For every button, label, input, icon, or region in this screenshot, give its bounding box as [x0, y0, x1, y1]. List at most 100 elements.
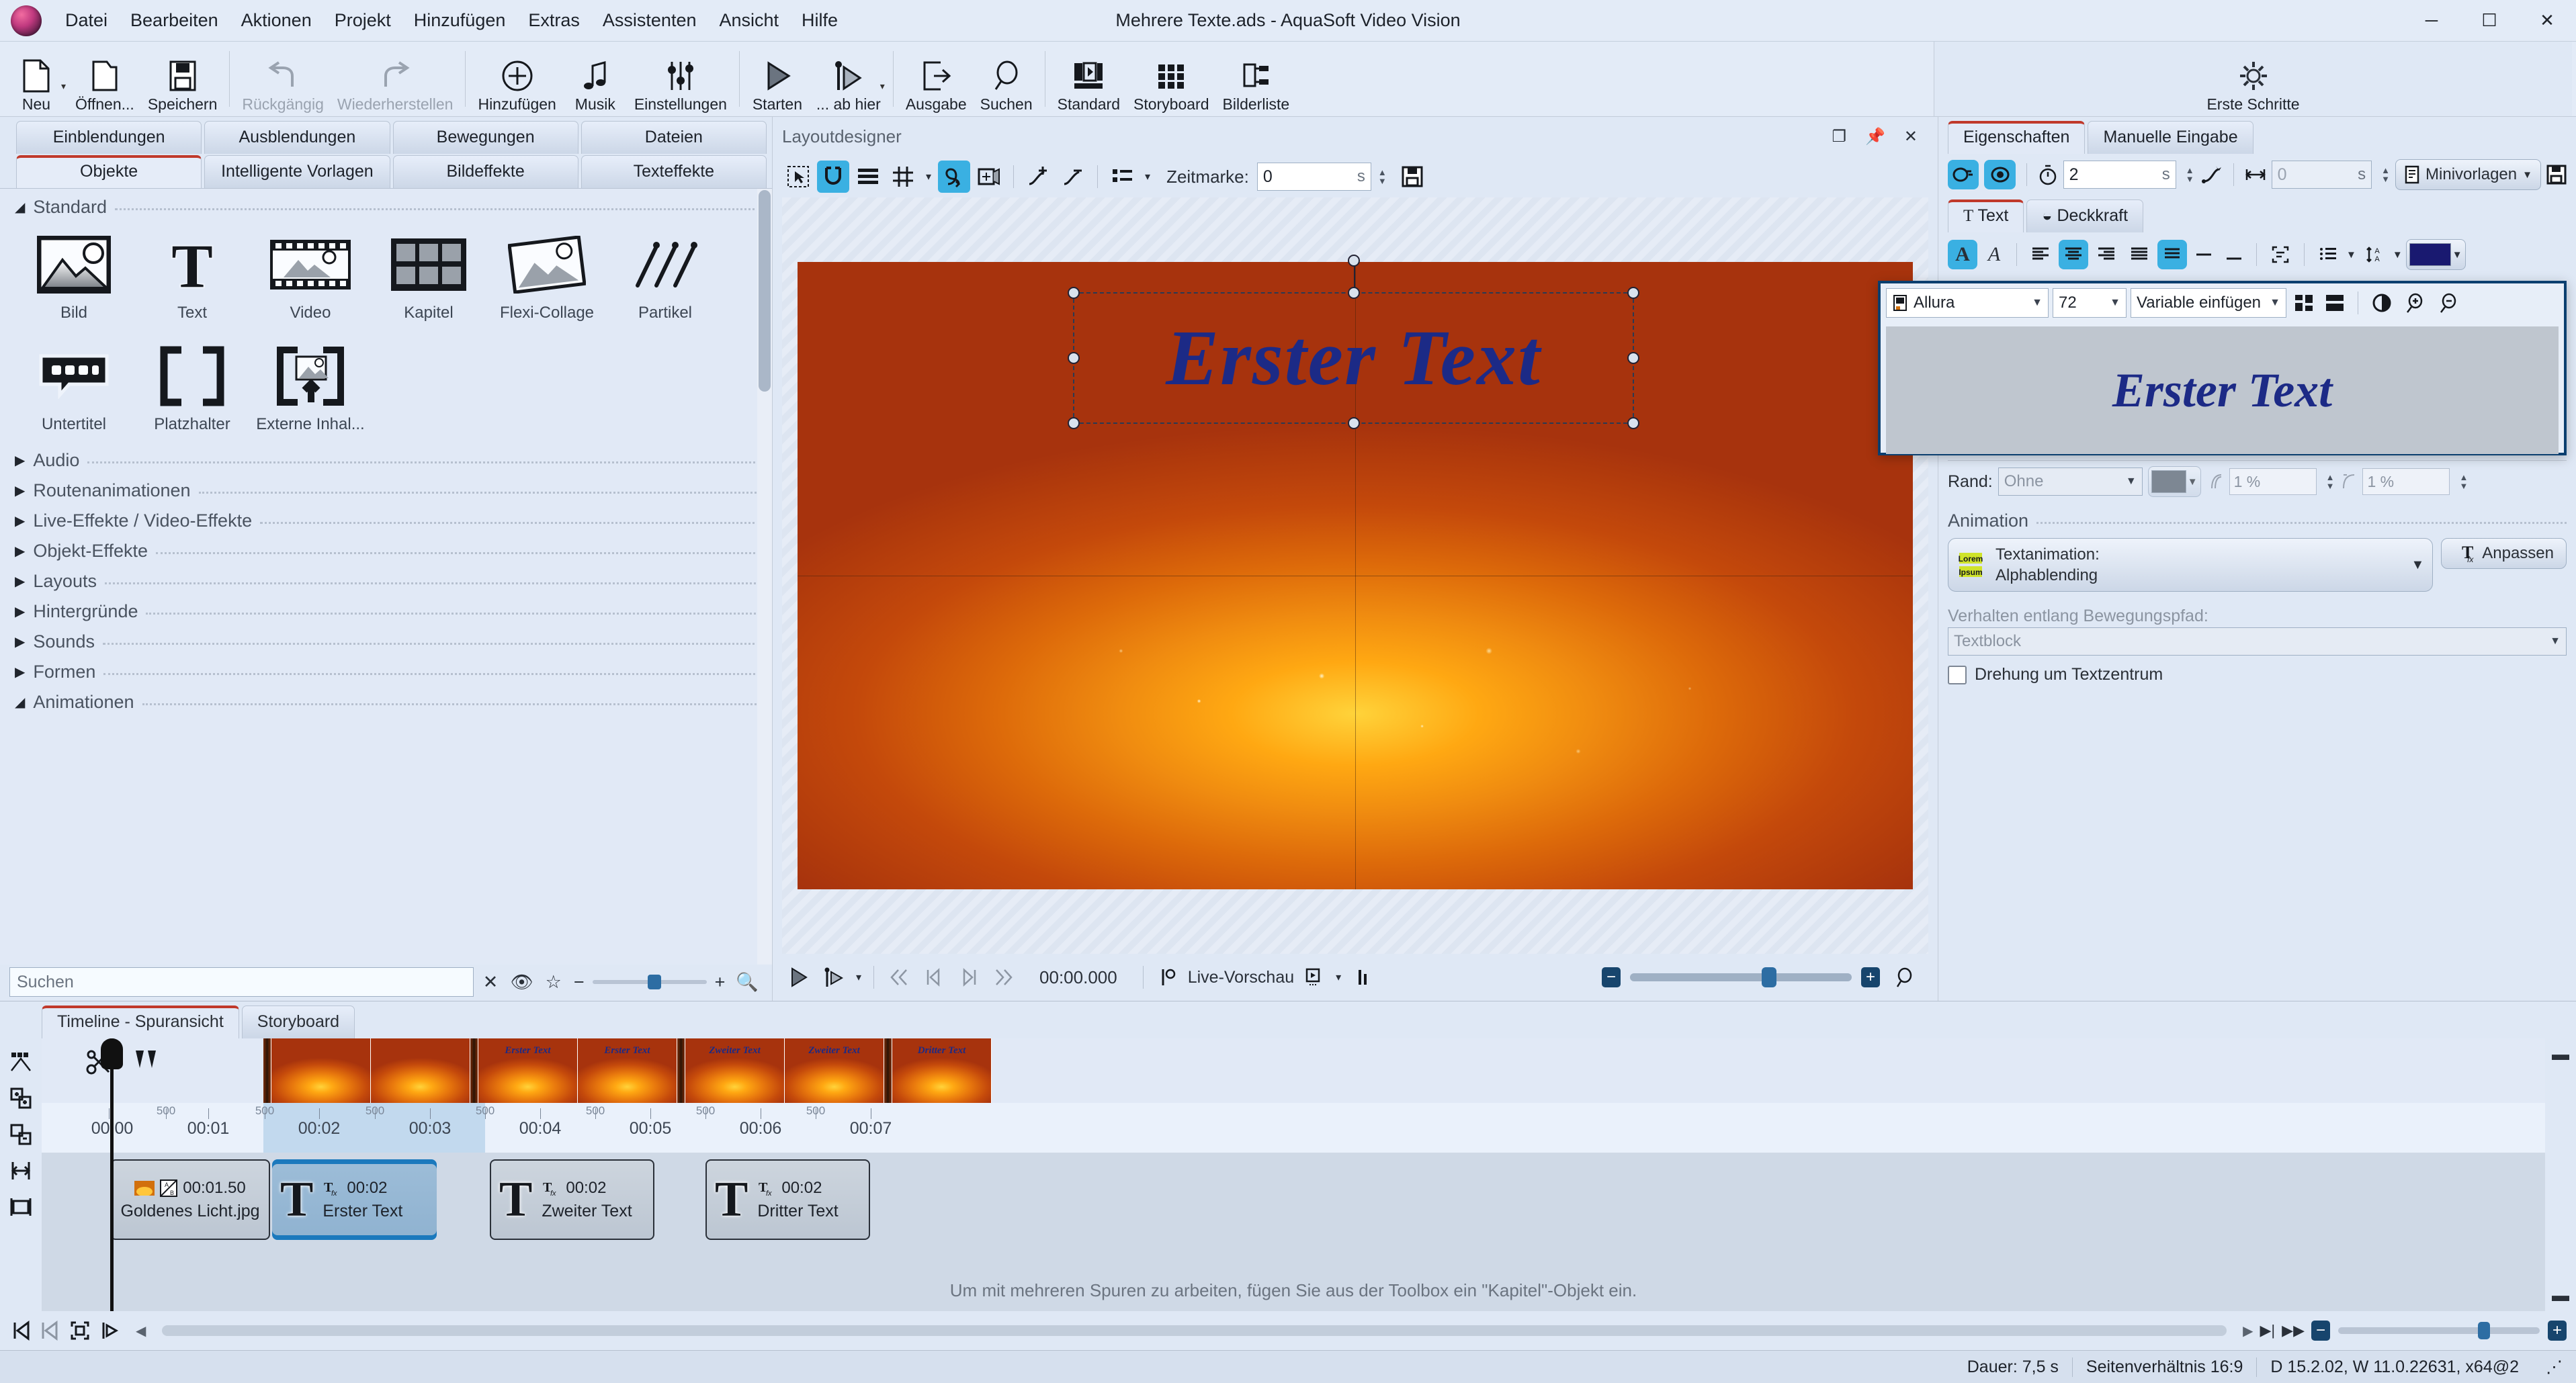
toolbox-item-video[interactable]: Video: [251, 226, 370, 326]
chevron-down-icon[interactable]: ▼: [2188, 476, 2198, 488]
zoom-out-button[interactable]: −: [1602, 967, 1621, 987]
tab-dateien[interactable]: Dateien: [581, 121, 767, 154]
chevron-down-icon[interactable]: ▼: [2550, 635, 2561, 648]
contrast-icon[interactable]: [2368, 293, 2396, 313]
scroll-right-arrow-icon[interactable]: ▶: [2243, 1323, 2253, 1339]
close-button[interactable]: ✕: [2518, 0, 2576, 41]
zoom-in-icon[interactable]: [2400, 292, 2430, 314]
chevron-down-icon[interactable]: ▼: [2522, 169, 2532, 181]
toolbox-item-partikel[interactable]: Partikel: [606, 226, 724, 326]
timemark-stepper[interactable]: ▲▼: [1378, 169, 1387, 185]
rand-color-picker[interactable]: ▼: [2148, 466, 2201, 497]
restore-icon[interactable]: ❐: [1832, 127, 1846, 146]
toolbox-group-routenanimationen[interactable]: ▶ Routenanimationen: [0, 472, 772, 502]
tab-objekte[interactable]: Objekte: [16, 155, 202, 188]
scroll-end-icon[interactable]: ▶|: [2260, 1322, 2276, 1339]
toolbar-button-suchen[interactable]: Suchen: [974, 42, 1039, 116]
chevron-down-icon[interactable]: ▾: [880, 81, 885, 92]
toolbar-button-ausgabe[interactable]: Ausgabe: [899, 42, 974, 116]
chevron-collapsed-icon[interactable]: ▶: [15, 452, 25, 469]
offset-stepper[interactable]: ▲▼: [2381, 167, 2390, 183]
font-family-select[interactable]: Allura ▼: [1886, 288, 2049, 318]
tab-timeline-spuransicht[interactable]: Timeline - Spuransicht: [42, 1006, 239, 1038]
drehung-checkbox[interactable]: [1948, 666, 1967, 684]
next-frame-icon[interactable]: [953, 962, 984, 993]
preview-stage[interactable]: Erster Text: [782, 197, 1928, 954]
rand-width2-input[interactable]: 1 %: [2362, 468, 2450, 495]
chevron-collapsed-icon[interactable]: ▶: [15, 633, 25, 650]
zoom-out-icon[interactable]: −: [571, 972, 587, 993]
scrollbar-thumb[interactable]: [759, 190, 771, 392]
list-options-icon[interactable]: [1106, 161, 1138, 193]
toolbar-button-speichern[interactable]: Speichern: [141, 42, 224, 116]
subtab-deckkraft[interactable]: ◒ Deckkraft: [2026, 199, 2143, 232]
camera-move-icon[interactable]: [973, 161, 1005, 193]
tab-storyboard[interactable]: Storyboard: [242, 1006, 355, 1038]
chevron-down-icon[interactable]: ▾: [1333, 971, 1344, 984]
remove-keyframe-icon[interactable]: [1057, 161, 1089, 193]
align-left-icon[interactable]: [2026, 240, 2055, 269]
tab-intelligente-vorlagen[interactable]: Intelligente Vorlagen: [204, 155, 390, 188]
anpassen-button[interactable]: Tfx Anpassen: [2441, 538, 2567, 569]
text-editor-overlay[interactable]: Allura ▼ 72 ▼ Variable einfügen ▼ Erster…: [1878, 281, 2567, 455]
timeline-zoom-track[interactable]: [2338, 1327, 2540, 1334]
rand-select[interactable]: Ohne ▼: [1998, 467, 2143, 496]
toolbar-button-erste-schritte[interactable]: Erste Schritte: [1934, 42, 2572, 116]
selected-text-object[interactable]: Erster Text: [1073, 292, 1634, 424]
live-preview-icon[interactable]: [1153, 962, 1184, 993]
toolbar-button-einstellungen[interactable]: Einstellungen: [628, 42, 734, 116]
timeline-zoom-slider[interactable]: − +: [2311, 1321, 2567, 1341]
clear-x-icon[interactable]: ✕: [480, 972, 501, 993]
line-spacing-icon[interactable]: AA: [2360, 240, 2389, 269]
toolbox-group-standard[interactable]: ◢ Standard: [0, 189, 772, 219]
duration-stepper[interactable]: ▲▼: [2186, 167, 2194, 183]
track-zoom-in-icon[interactable]: ▬: [2552, 1044, 2569, 1065]
timeline-clip-goldenes-licht[interactable]: AB 00:01.50 Goldenes Licht.jpg: [110, 1159, 270, 1240]
menu-item-hilfe[interactable]: Hilfe: [790, 6, 849, 35]
timeline-clip-erster-text[interactable]: T Tfx 00:02 Erster Text: [272, 1159, 437, 1240]
toolbar-button-oeffnen[interactable]: Öffnen...: [69, 42, 141, 116]
toolbox-item-text[interactable]: T Text: [133, 226, 251, 326]
toolbox-group-animationen[interactable]: ◢ Animationen: [0, 684, 772, 714]
chevron-down-icon[interactable]: ▼: [2110, 297, 2120, 309]
toolbox-scrollbar[interactable]: [757, 189, 772, 965]
resize-handle-tr[interactable]: [1627, 287, 1639, 299]
toolbox-zoom-slider[interactable]: − + 🔍: [571, 971, 761, 993]
chevron-collapsed-icon[interactable]: ▶: [15, 543, 25, 560]
motion-path-icon[interactable]: [938, 161, 970, 193]
font-size-select[interactable]: 72 ▼: [2053, 288, 2127, 318]
menu-bar[interactable]: Datei Bearbeiten Aktionen Projekt Hinzuf…: [54, 6, 849, 35]
toolbox-group-live-effekte[interactable]: ▶ Live-Effekte / Video-Effekte: [0, 502, 772, 533]
duration-input[interactable]: 2 s: [2063, 161, 2176, 189]
vertical-align-middle-icon[interactable]: [2190, 240, 2217, 269]
split-icon[interactable]: [132, 1046, 160, 1077]
keyframe-anim-icon[interactable]: [2200, 164, 2223, 185]
toolbar-button-standard[interactable]: Standard: [1051, 42, 1127, 116]
text-color-picker[interactable]: ▼: [2406, 239, 2466, 270]
toolbox-group-formen[interactable]: ▶ Formen: [0, 654, 772, 684]
chevron-down-icon[interactable]: ▼: [2270, 297, 2280, 309]
preview-zoom-slider[interactable]: − +: [1602, 962, 1927, 993]
pin-icon[interactable]: 📌: [1865, 127, 1885, 146]
magnifier-icon[interactable]: 🔍: [733, 971, 761, 993]
resize-handle-mr[interactable]: [1627, 352, 1639, 364]
tab-manuelle-eingabe[interactable]: Manuelle Eingabe: [2088, 121, 2253, 154]
toolbox-item-platzhalter[interactable]: Platzhalter: [133, 337, 251, 438]
chevron-down-icon[interactable]: ▾: [1141, 170, 1154, 183]
textbox-fit-icon[interactable]: [2266, 240, 2295, 269]
tracks-icon[interactable]: [4, 1045, 38, 1079]
toolbar-button-bilderliste[interactable]: Bilderliste: [1216, 42, 1297, 116]
bullet-list-icon[interactable]: [2313, 240, 2343, 269]
chevron-collapsed-icon[interactable]: ▶: [15, 482, 25, 499]
timeline-clip-zweiter-text[interactable]: T Tfx 00:02 Zweiter Text: [490, 1159, 654, 1240]
rotation-checkbox-row[interactable]: Drehung um Textzentrum: [1938, 661, 2576, 690]
prev-clip-icon[interactable]: [39, 1319, 62, 1342]
tab-bildeffekte[interactable]: Bildeffekte: [393, 155, 578, 188]
add-keyframe-icon[interactable]: [1022, 161, 1054, 193]
chevron-expanded-icon[interactable]: ◢: [15, 694, 25, 711]
subtab-text[interactable]: T Text: [1948, 199, 2024, 232]
close-icon[interactable]: ✕: [1904, 127, 1918, 146]
layers-icon[interactable]: [852, 161, 884, 193]
play-icon[interactable]: [783, 962, 814, 993]
chevron-down-icon[interactable]: ▼: [2411, 557, 2424, 573]
